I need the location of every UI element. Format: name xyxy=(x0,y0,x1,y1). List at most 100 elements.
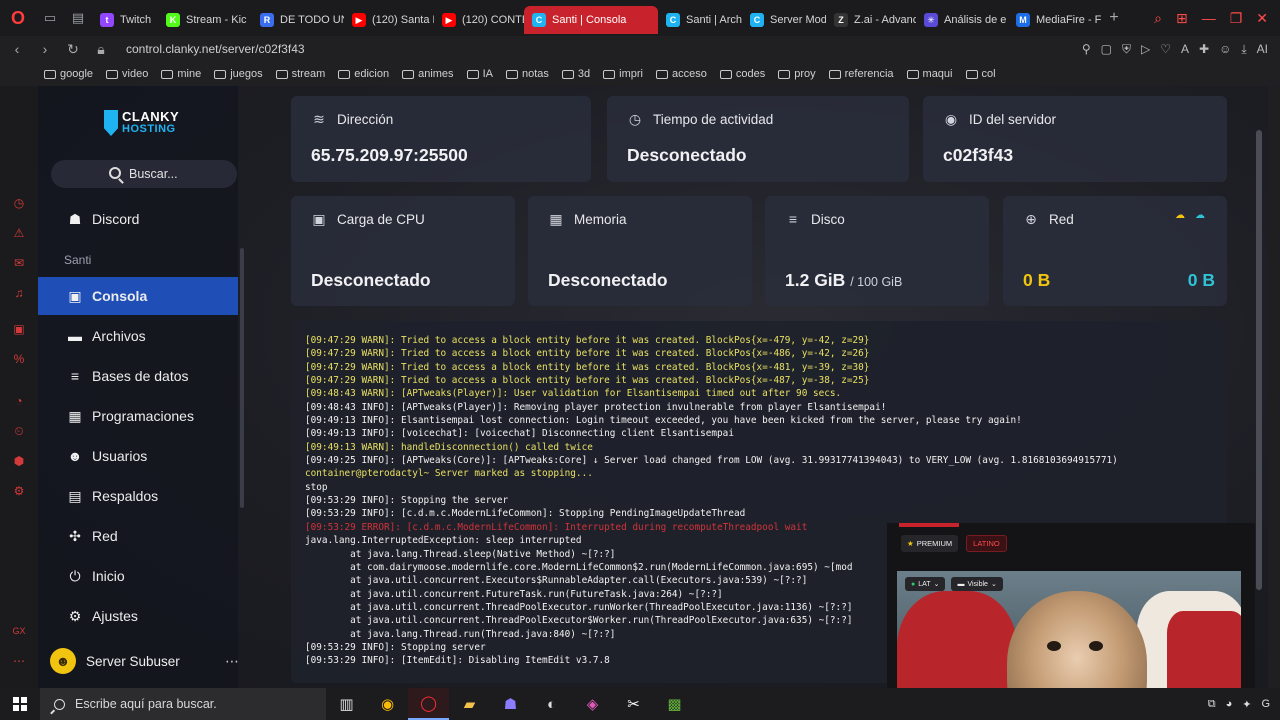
bookmark-acceso[interactable]: acceso xyxy=(655,68,707,80)
browser-tab[interactable]: C Server Mods xyxy=(742,6,826,34)
rail-clock-icon[interactable]: ⏲ xyxy=(0,416,38,446)
user-menu-button[interactable]: ⋯ xyxy=(225,653,240,670)
file-explorer-icon[interactable]: ▰ xyxy=(449,688,490,720)
sidebar-item-consola[interactable]: ▣ Consola xyxy=(38,277,238,315)
bookmark-col[interactable]: col xyxy=(965,68,996,80)
taskbar-search[interactable]: Escribe aquí para buscar. xyxy=(40,688,326,720)
new-tab-button[interactable]: + xyxy=(1102,9,1126,27)
maximize-button[interactable]: ❐ xyxy=(1230,10,1243,27)
bookmark-referencia[interactable]: referencia xyxy=(828,68,894,80)
ai-icon[interactable]: AI xyxy=(1257,42,1268,57)
close-window-button[interactable]: ✕ xyxy=(1256,10,1268,27)
capcut-icon[interactable]: ✂ xyxy=(613,688,654,720)
sidebar-item-bases-de-datos[interactable]: ≡ Bases de datos xyxy=(38,357,238,395)
heart-icon[interactable]: ♡ xyxy=(1160,42,1171,57)
chrome-icon[interactable]: ◉ xyxy=(367,688,408,720)
premium-badge[interactable]: ★ PREMIUM xyxy=(901,535,959,552)
bookmark-impri[interactable]: impri xyxy=(603,68,643,80)
browser-tab[interactable]: Z Z.ai - Advanc xyxy=(826,6,916,34)
tab-workspace-icon[interactable]: ▭ xyxy=(36,0,64,36)
bookmark-animes[interactable]: animes xyxy=(402,68,454,80)
snapshot-icon[interactable]: ▢ xyxy=(1101,42,1112,57)
brand-logo[interactable]: CLANKY HOSTING xyxy=(104,110,179,136)
opera-gx-icon[interactable]: ◯ xyxy=(408,688,449,720)
rail-music-icon[interactable]: ♫ xyxy=(0,278,38,308)
rail-bag-icon[interactable]: ⚠ xyxy=(0,218,38,248)
browser-tab[interactable]: R DE TODO UN xyxy=(252,6,344,34)
tray-copy-icon[interactable]: ⧉ xyxy=(1208,698,1216,711)
search-tabs-icon[interactable]: ⌕ xyxy=(1154,10,1162,27)
sidebar-item-respaldos[interactable]: ▤ Respaldos xyxy=(38,477,238,515)
browser-tab[interactable]: K Stream - Kic xyxy=(158,6,252,34)
browser-tab[interactable]: ▶ (120) CONTE xyxy=(434,6,524,34)
minimize-button[interactable]: — xyxy=(1202,10,1216,27)
bookmark-notas[interactable]: notas xyxy=(505,68,549,80)
language-select[interactable]: ● LAT ⌄ xyxy=(905,577,946,591)
bookmark-proy[interactable]: proy xyxy=(778,68,816,80)
extensions-icon[interactable]: ✚ xyxy=(1199,42,1209,57)
rail-more-icon[interactable]: ⋯ xyxy=(0,646,38,676)
bookmark-maqui[interactable]: maqui xyxy=(906,68,953,80)
browser-tab[interactable]: M MediaFire - F xyxy=(1008,6,1102,34)
site-lock-icon[interactable]: 🔒︎ xyxy=(90,41,112,58)
visibility-select[interactable]: ▬ Visible ⌄ xyxy=(951,577,1003,591)
sidebar-item-discord[interactable]: ☗ Discord xyxy=(38,200,238,238)
tray-g-icon[interactable]: G xyxy=(1261,698,1270,711)
browser-tab[interactable]: ✳ Análisis de e xyxy=(916,6,1008,34)
bookmark-juegos[interactable]: juegos xyxy=(214,68,263,80)
bookmark-ia[interactable]: IA xyxy=(466,68,493,80)
rail-gx-icon[interactable]: GX xyxy=(0,616,38,646)
sidebar-item-usuarios[interactable]: ☻ Usuarios xyxy=(38,437,238,475)
card-value[interactable]: 65.75.209.97:25500 xyxy=(311,145,468,166)
url-field[interactable]: control.clanky.net/server/c02f3f43 xyxy=(126,42,305,56)
forward-button[interactable]: › xyxy=(34,41,56,57)
rail-percent-icon[interactable]: % xyxy=(0,344,38,374)
browser-tab[interactable]: C Santi | Archi xyxy=(658,6,742,34)
sidebar-scrollbar[interactable] xyxy=(240,248,244,508)
translate-icon[interactable]: A xyxy=(1181,42,1189,57)
sidebar-search[interactable]: Buscar... xyxy=(51,160,237,188)
browser-tab[interactable]: C Santi | Consola xyxy=(524,6,658,34)
bookmark-edicion[interactable]: edicion xyxy=(338,68,389,80)
obs-icon[interactable]: ◐ xyxy=(531,688,572,720)
tray-app-icon[interactable]: ✦ xyxy=(1242,698,1251,711)
bookmark-video[interactable]: video xyxy=(106,68,148,80)
task-view-icon[interactable]: ▥ xyxy=(326,688,367,720)
play-icon[interactable]: ▷ xyxy=(1141,42,1150,57)
rail-twitch-icon[interactable]: ▣ xyxy=(0,314,38,344)
download-icon[interactable]: ⤓ xyxy=(1241,42,1246,57)
live-badge[interactable]: LATINO xyxy=(966,535,1007,552)
discord-app-icon[interactable]: ☗ xyxy=(490,688,531,720)
sidebar-item-programaciones[interactable]: ▦ Programaciones xyxy=(38,397,238,435)
shield-icon[interactable]: ⛨ xyxy=(1122,42,1131,57)
back-button[interactable]: ‹ xyxy=(6,41,28,57)
profile-icon[interactable]: ☺ xyxy=(1219,42,1231,57)
tray-color-icon[interactable]: ◕ xyxy=(1226,698,1233,711)
minecraft-icon[interactable]: ▩ xyxy=(654,688,695,720)
sidebar-item-inicio[interactable]: ⏻ Inicio xyxy=(38,557,238,595)
bookmark-codes[interactable]: codes xyxy=(719,68,765,80)
sidebar-item-ajustes[interactable]: ⚙ Ajustes xyxy=(38,597,238,635)
rail-mail-icon[interactable]: ✉ xyxy=(0,248,38,278)
reload-button[interactable]: ↻ xyxy=(62,41,84,58)
tab-list-icon[interactable]: ▤ xyxy=(64,0,92,36)
user-row[interactable]: ☻ Server Subuser ⋯ xyxy=(50,648,240,674)
rail-settings-icon[interactable]: ⚙ xyxy=(0,476,38,506)
opera-logo-icon[interactable]: O xyxy=(0,0,36,36)
browser-tab[interactable]: ▶ (120) Santa F xyxy=(344,6,434,34)
rail-ai-icon[interactable]: ◷ xyxy=(0,188,38,218)
bookmark-3d[interactable]: 3d xyxy=(561,68,590,80)
sidebar-item-red[interactable]: ✣ Red xyxy=(38,517,238,555)
bookmark-stream[interactable]: stream xyxy=(275,68,325,80)
app-icon-pink[interactable]: ◈ xyxy=(572,688,613,720)
browser-tab[interactable]: t Twitch xyxy=(92,6,158,34)
snap-icon[interactable]: ⊞ xyxy=(1176,10,1188,27)
rail-cube-icon[interactable]: ⬢ xyxy=(0,446,38,476)
sidebar-item-archivos[interactable]: ▬ Archivos xyxy=(38,317,238,355)
start-button[interactable] xyxy=(0,688,40,720)
rail-history-icon[interactable]: ◔ xyxy=(0,386,38,416)
bookmark-google[interactable]: google xyxy=(44,68,93,80)
page-scrollbar[interactable] xyxy=(1256,130,1262,590)
pin-icon[interactable]: ⚲ xyxy=(1082,42,1091,57)
bookmark-mine[interactable]: mine xyxy=(161,68,201,80)
